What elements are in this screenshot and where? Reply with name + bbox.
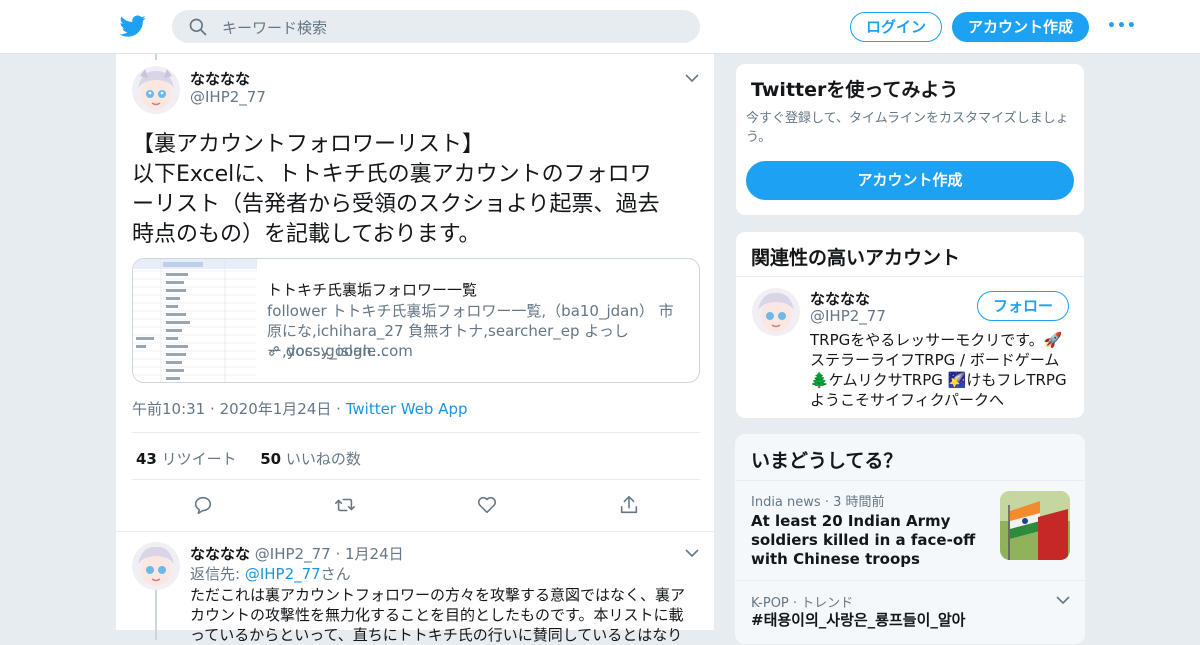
twitter-bird-icon[interactable] bbox=[120, 13, 146, 39]
tweet-text-line: ーリスト（告発者から受領のスクショより起票、過去 bbox=[132, 192, 660, 217]
share-icon[interactable] bbox=[618, 494, 640, 516]
tweet-text: 【裏アカウントフォロワーリスト】 以下Excelに、トトキチ氏の裏アカウントのフ… bbox=[132, 130, 702, 250]
follow-button[interactable]: フォロー bbox=[977, 291, 1069, 321]
signup-button[interactable]: アカウント作成 bbox=[746, 161, 1074, 200]
like-stat[interactable]: 50 いいねの数 bbox=[260, 450, 361, 468]
trend-source: K-POP bbox=[751, 596, 789, 611]
trend-source: India news bbox=[751, 495, 821, 510]
account-bio: TRPGをやるレッサーモクリです。🚀ステラーライフTRPG / ボードゲーム 🌲… bbox=[810, 331, 1067, 409]
tweet-source-app[interactable]: Twitter Web App bbox=[346, 400, 468, 418]
tweet-actions bbox=[116, 494, 716, 524]
link-card[interactable]: トトキチ氏裏垢フォロワー一覧 follower トトキチ氏裏垢フォロワー一覧,（… bbox=[132, 258, 700, 383]
author-name[interactable]: なななな bbox=[190, 68, 250, 89]
card-domain[interactable]: docs.google.com bbox=[286, 342, 413, 360]
reply-date[interactable]: 1月24日 bbox=[345, 545, 404, 563]
reply-to-handle[interactable]: @IHP2_77 bbox=[245, 565, 321, 583]
chevron-down-icon[interactable] bbox=[1056, 595, 1070, 605]
trend-time: 3 時間前 bbox=[833, 495, 885, 510]
account-handle[interactable]: @IHP2_77 bbox=[810, 307, 886, 325]
login-button[interactable]: ログイン bbox=[850, 12, 942, 42]
like-icon[interactable] bbox=[476, 494, 498, 516]
reply-to-label: 返信先: bbox=[190, 565, 241, 583]
tweet-text-line: 時点のもの）を記載しております。 bbox=[132, 222, 481, 247]
account-name[interactable]: なななな bbox=[810, 288, 870, 309]
card-thumbnail bbox=[133, 259, 257, 382]
avatar[interactable] bbox=[752, 288, 800, 336]
divider bbox=[132, 432, 700, 433]
search-input[interactable]: キーワード検索 bbox=[222, 17, 327, 38]
divider bbox=[736, 580, 1084, 581]
reply-text: ただこれは裏アカウントフォロワーの方々を攻撃する意図ではなく、裏アカウントの攻撃… bbox=[190, 586, 686, 644]
trend-item[interactable]: At least 20 Indian Army soldiers killed … bbox=[751, 512, 991, 569]
top-bar: キーワード検索 ログイン アカウント作成 ••• bbox=[0, 0, 1200, 54]
retweet-stat[interactable]: 43 リツイート bbox=[136, 450, 237, 468]
author-name[interactable]: なななな bbox=[190, 545, 250, 563]
trend-meta: K-POP · トレンド bbox=[751, 596, 854, 611]
link-icon bbox=[269, 346, 279, 356]
chevron-down-icon[interactable] bbox=[685, 73, 699, 83]
reply-tweet[interactable]: なななな @IHP2_77 · 1月24日 返信先: @IHP2_77さん ただ… bbox=[116, 531, 716, 644]
tweet-stats: 43 リツイート 50 いいねの数 bbox=[136, 448, 361, 469]
trend-thumbnail[interactable] bbox=[1000, 491, 1070, 560]
trend-meta: India news · 3 時間前 bbox=[751, 495, 885, 510]
card-link[interactable]: docs.google.com bbox=[267, 342, 413, 360]
avatar[interactable] bbox=[132, 66, 180, 114]
thread-line bbox=[155, 54, 157, 60]
card-title[interactable]: トトキチ氏裏垢フォロワー一覧 bbox=[267, 279, 477, 300]
divider bbox=[736, 276, 1084, 277]
divider bbox=[132, 479, 700, 480]
trends-panel: いまどうしてる？ India news · 3 時間前 At least 20 … bbox=[735, 434, 1085, 644]
reply-header: なななな @IHP2_77 · 1月24日 bbox=[190, 545, 404, 563]
related-accounts-panel: 関連性の高いアカウント なななな @IHP2_77 フォロー TRPGをやるレッ… bbox=[735, 231, 1085, 419]
author-handle[interactable]: @IHP2_77 bbox=[255, 545, 331, 563]
panel-title: 関連性の高いアカウント bbox=[751, 247, 961, 269]
panel-title: Twitterを使ってみよう bbox=[751, 79, 959, 101]
tweet-text-line: 以下Excelに、トトキチ氏の裏アカウントのフォロワ bbox=[132, 162, 652, 187]
trend-time: トレンド bbox=[801, 596, 854, 611]
promo-subtitle: 今すぐ登録して、タイムラインをカスタマイズしましょう。 bbox=[746, 111, 1069, 145]
search-icon bbox=[189, 18, 207, 36]
more-icon[interactable]: ••• bbox=[1107, 18, 1136, 34]
tweet-time[interactable]: 午前10:31 bbox=[132, 400, 205, 418]
trend-item[interactable]: #태용이의_사랑은_룡프들이_알아 bbox=[751, 611, 1071, 630]
reply-to: 返信先: @IHP2_77さん bbox=[190, 563, 351, 584]
signup-promo-panel: Twitterを使ってみよう 今すぐ登録して、タイムラインをカスタマイズしましょ… bbox=[735, 63, 1085, 216]
search-box[interactable]: キーワード検索 bbox=[172, 10, 700, 43]
retweet-icon[interactable] bbox=[334, 494, 356, 516]
avatar[interactable] bbox=[132, 542, 180, 590]
tweet-date[interactable]: 2020年1月24日 bbox=[220, 400, 332, 418]
tweet-meta: 午前10:31 · 2020年1月24日 · Twitter Web App bbox=[132, 400, 468, 418]
tweet-column: なななな @IHP2_77 【裏アカウントフォロワーリスト】 以下Excelに、… bbox=[115, 54, 716, 644]
chevron-down-icon[interactable] bbox=[685, 548, 699, 558]
thread-line bbox=[155, 590, 157, 640]
reply-icon[interactable] bbox=[192, 494, 214, 516]
divider bbox=[736, 480, 1084, 481]
author-handle[interactable]: @IHP2_77 bbox=[190, 88, 266, 106]
reply-to-suffix: さん bbox=[320, 565, 351, 583]
panel-title: いまどうしてる？ bbox=[736, 435, 1084, 479]
tweet-text-line: 【裏アカウントフォロワーリスト】 bbox=[132, 132, 485, 157]
signup-button[interactable]: アカウント作成 bbox=[952, 12, 1089, 42]
